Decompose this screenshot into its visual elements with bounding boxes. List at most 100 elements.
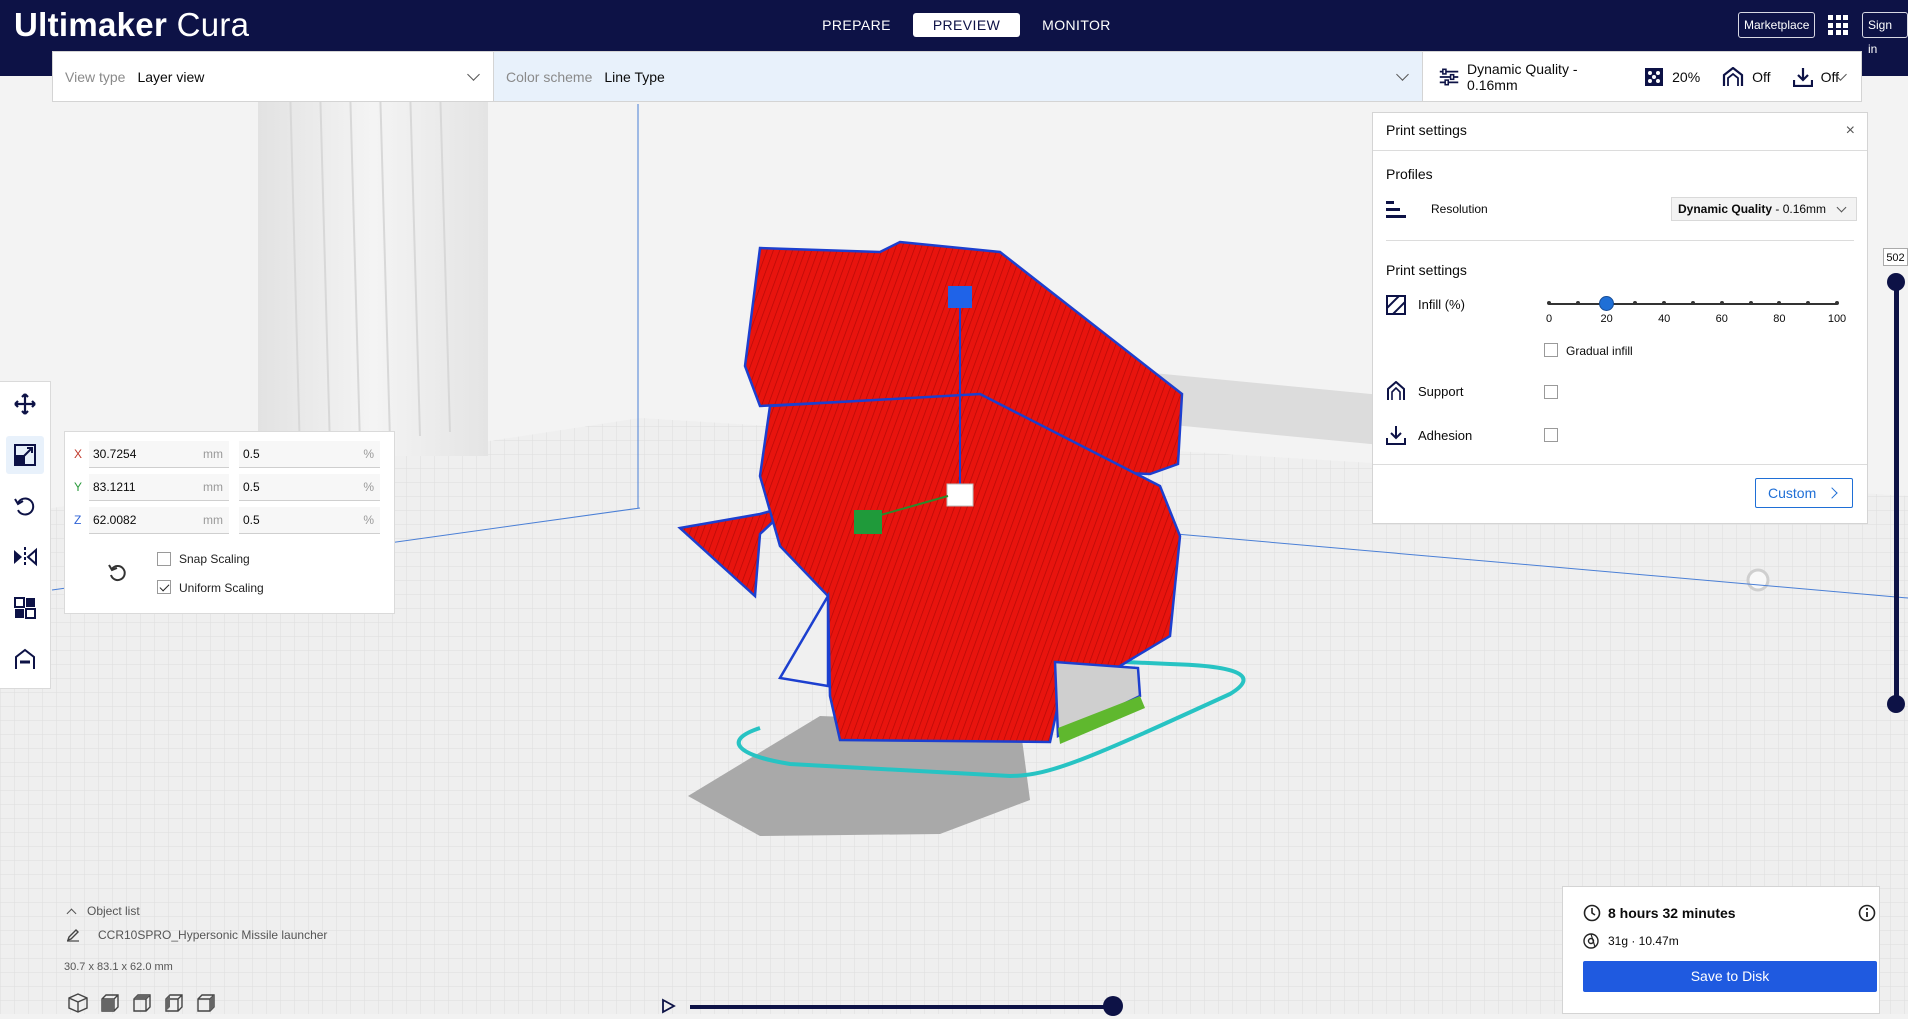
camera-view-buttons: [68, 993, 216, 1013]
support-value: Off: [1752, 68, 1771, 85]
resolution-label: Resolution: [1431, 202, 1488, 216]
output-panel: 8 hours 32 minutes 31g · 10.47m Save to …: [1562, 886, 1880, 1014]
move-tool[interactable]: [6, 385, 44, 423]
z-pct-unit: %: [363, 513, 374, 527]
infill-slider-label: 20: [1600, 313, 1613, 325]
simulation-slider-track[interactable]: [690, 1005, 1113, 1009]
x-pct-unit: %: [363, 447, 374, 461]
x-pct-input[interactable]: 0.5 %: [239, 441, 380, 468]
simulation-slider-handle[interactable]: [1103, 996, 1123, 1016]
play-icon[interactable]: [660, 998, 676, 1014]
chevron-down-icon: [1836, 202, 1847, 213]
view-left-icon[interactable]: [164, 993, 184, 1013]
resolution-bold: Dynamic Quality: [1678, 202, 1773, 216]
scale-panel: X 30.7254 mm 0.5 % Y 83.1211 mm 0.5 % Z …: [64, 431, 395, 614]
save-to-disk-button[interactable]: Save to Disk: [1583, 961, 1877, 992]
adhesion-checkbox[interactable]: [1544, 428, 1558, 442]
profiles-heading: Profiles: [1386, 166, 1433, 182]
view-type-dropdown[interactable]: View type Layer view: [53, 52, 493, 101]
view-type-label: View type: [65, 68, 126, 85]
chevron-down-icon: [467, 68, 480, 81]
x-mm-unit: mm: [203, 447, 223, 461]
object-dimensions: 30.7 x 83.1 x 62.0 mm: [64, 961, 173, 973]
adhesion-icon: [1386, 426, 1406, 445]
z-pct-input[interactable]: 0.5 %: [239, 507, 380, 534]
infill-slider-tick: [1806, 301, 1811, 305]
view-bar: View type Layer view Color scheme Line T…: [52, 51, 1862, 102]
support-icon: [1387, 381, 1405, 400]
per-model-settings-tool[interactable]: [6, 589, 44, 627]
infill-slider-tick: [1547, 301, 1551, 305]
info-icon[interactable]: [1858, 904, 1876, 922]
tab-monitor[interactable]: MONITOR: [1023, 13, 1130, 37]
print-setup-selector[interactable]: Dynamic Quality - 0.16mm 20% Off Off: [1424, 52, 1861, 101]
infill-slider-tick: [1835, 301, 1839, 305]
z-mm-input[interactable]: 62.0082 mm: [89, 507, 229, 534]
infill-slider[interactable]: [1547, 296, 1839, 311]
support-icon: [1723, 66, 1744, 86]
marketplace-button[interactable]: Marketplace: [1738, 12, 1816, 38]
infill-hatch-icon: [1386, 295, 1406, 315]
view-right-icon[interactable]: [196, 993, 216, 1013]
infill-icon: [1645, 67, 1664, 86]
x-mm-input[interactable]: 30.7254 mm: [89, 441, 229, 468]
view-front-icon[interactable]: [100, 993, 120, 1013]
brand-bold: Ultimaker: [14, 6, 168, 43]
support-checkbox[interactable]: [1544, 385, 1558, 399]
x-mm-value: 30.7254: [93, 447, 137, 461]
color-scheme-label: Color scheme: [506, 68, 593, 85]
object-list-item[interactable]: CCR10SPRO_Hypersonic Missile launcher: [66, 928, 327, 942]
custom-settings-button[interactable]: Custom: [1755, 478, 1853, 508]
scale-icon: [14, 444, 36, 466]
current-layer-field[interactable]: 502: [1883, 248, 1908, 266]
rotate-tool[interactable]: [6, 487, 44, 525]
view-3d-icon[interactable]: [68, 993, 88, 1013]
print-settings-heading: Print settings: [1386, 262, 1467, 278]
stage-tabs: PREPARE PREVIEW MONITOR: [803, 13, 1133, 37]
profile-name: Dynamic Quality - 0.16mm: [1467, 60, 1578, 93]
resolution-dropdown[interactable]: Dynamic Quality - 0.16mm: [1671, 197, 1857, 221]
x-pct-value: 0.5: [243, 447, 260, 461]
panel-title: Print settings: [1386, 122, 1467, 138]
apps-grid-icon[interactable]: [1828, 15, 1848, 35]
z-mm-unit: mm: [203, 513, 223, 527]
gradual-infill-label: Gradual infill: [1566, 344, 1633, 358]
infill-slider-tick: [1691, 301, 1695, 305]
y-pct-input[interactable]: 0.5 %: [239, 474, 380, 501]
color-scheme-dropdown[interactable]: Color scheme Line Type: [493, 52, 1423, 101]
view-top-icon[interactable]: [132, 993, 152, 1013]
per-model-settings-icon: [14, 597, 36, 619]
sign-in-button[interactable]: Sign in: [1862, 12, 1908, 56]
support-label: Support: [1418, 384, 1464, 399]
infill-slider-label: 0: [1545, 313, 1553, 325]
mirror-icon: [14, 547, 37, 567]
infill-slider-label: 40: [1658, 313, 1671, 325]
uniform-scaling-checkbox[interactable]: [157, 580, 171, 594]
mirror-tool[interactable]: [6, 538, 44, 576]
object-list-toggle[interactable]: Object list: [66, 904, 140, 918]
snap-scaling-label: Snap Scaling: [179, 552, 250, 566]
layer-slider-top-handle[interactable]: [1887, 273, 1905, 291]
tab-preview[interactable]: PREVIEW: [913, 13, 1020, 37]
y-mm-input[interactable]: 83.1211 mm: [89, 474, 229, 501]
support-blocker-tool[interactable]: [6, 640, 44, 678]
chevron-up-icon: [66, 908, 77, 918]
infill-slider-handle[interactable]: [1598, 296, 1614, 311]
uniform-scaling-label: Uniform Scaling: [179, 581, 264, 595]
infill-slider-tick: [1748, 301, 1753, 305]
snap-scaling-checkbox[interactable]: [157, 552, 171, 566]
gradual-infill-checkbox[interactable]: [1544, 343, 1558, 357]
scale-tool[interactable]: [6, 436, 44, 474]
layer-slider-track[interactable]: [1894, 282, 1899, 704]
reset-scale-icon[interactable]: [107, 562, 129, 584]
layer-slider-bottom-handle[interactable]: [1887, 695, 1905, 713]
infill-slider-tick: [1719, 301, 1724, 305]
clock-icon: [1583, 904, 1601, 922]
rotate-icon: [14, 497, 35, 516]
edit-pencil-icon: [66, 929, 79, 942]
close-icon[interactable]: ×: [1846, 122, 1855, 140]
print-time: 8 hours 32 minutes: [1608, 905, 1736, 921]
tab-prepare[interactable]: PREPARE: [803, 13, 910, 37]
y-pct-value: 0.5: [243, 480, 260, 494]
y-pct-unit: %: [363, 480, 374, 494]
